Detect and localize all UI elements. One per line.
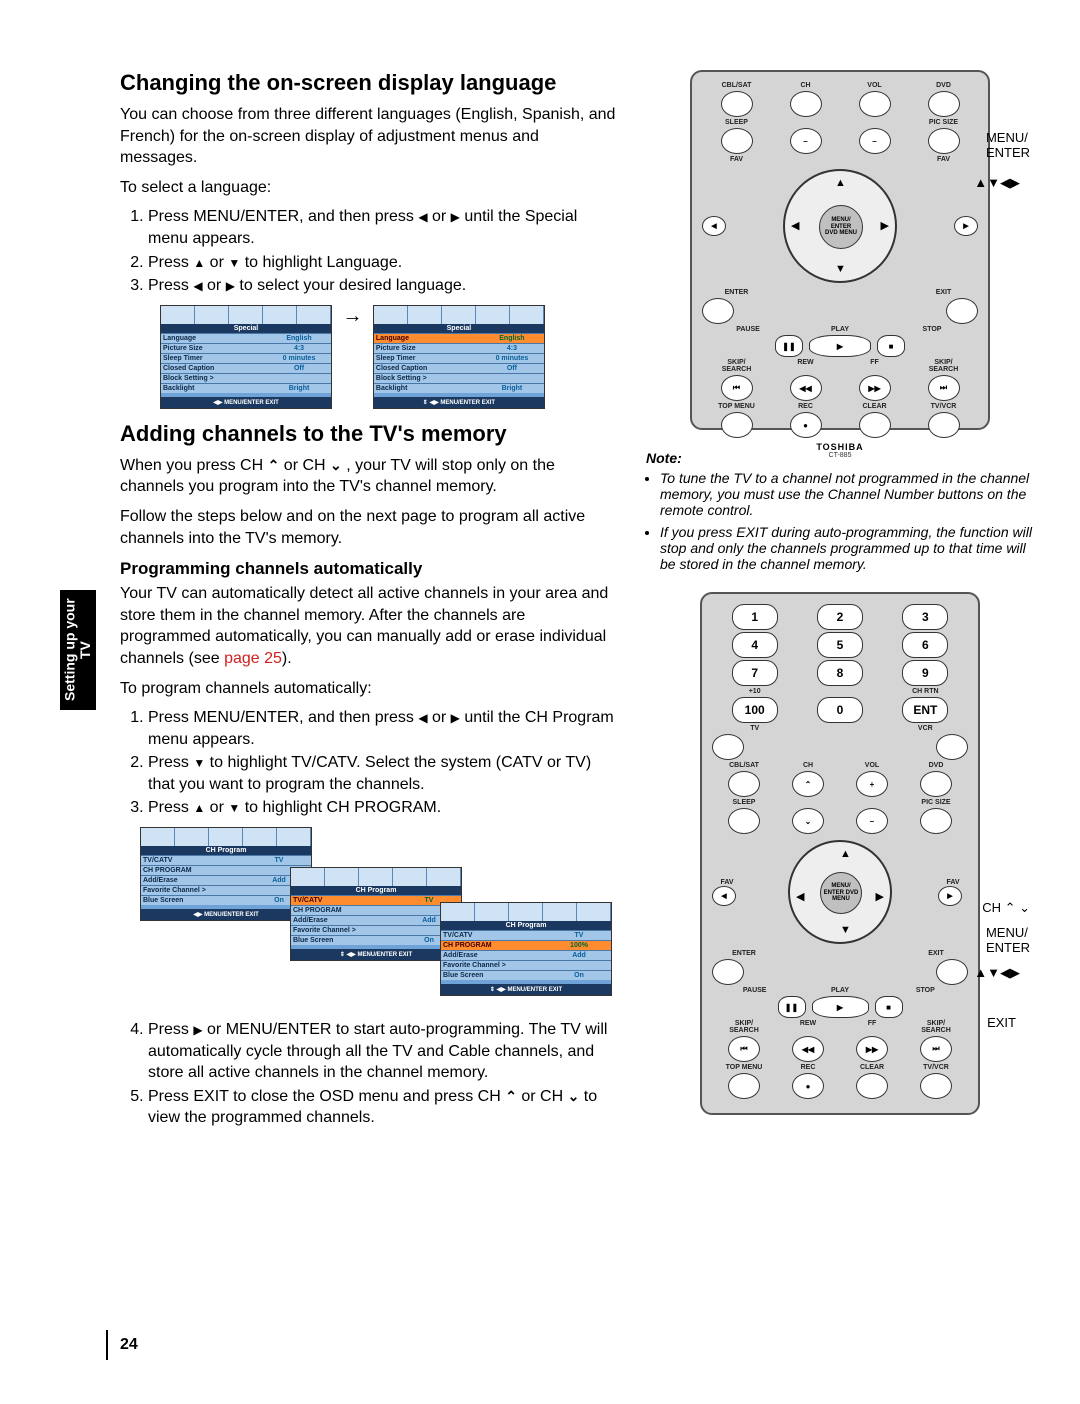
note-item: To tune the TV to a channel not programm… bbox=[660, 470, 1034, 518]
down-arrow-icon bbox=[228, 254, 240, 271]
dpad: ▲▼◀▶ MENU/ ENTER DVD MENU bbox=[783, 169, 897, 283]
menu-enter-button: MENU/ ENTER DVD MENU bbox=[820, 872, 862, 914]
callout-exit: EXIT bbox=[987, 1015, 1016, 1030]
left-arrow-icon bbox=[193, 277, 202, 294]
remote-illustration-top: CBL/SATCHVOLDVD SLEEPPIC SIZE –– FAVFAV … bbox=[690, 70, 990, 430]
subheading-programming: Programming channels automatically bbox=[120, 559, 620, 579]
osd-menu-special-1: Special LanguageEnglish Picture Size4:3 … bbox=[160, 305, 332, 409]
callout-menu-enter: MENU/ ENTER bbox=[986, 130, 1030, 160]
list-item: Press MENU/ENTER, and then press or unti… bbox=[148, 206, 620, 249]
text: To select a language: bbox=[120, 177, 620, 199]
callout-ch: CH ⌃ ⌄ bbox=[982, 900, 1030, 916]
list-item: Press or to select your desired language… bbox=[148, 275, 620, 297]
page-number: 24 bbox=[120, 1336, 138, 1354]
heading-channels: Adding channels to the TV's memory bbox=[120, 421, 620, 447]
remote-model: CT-885 bbox=[702, 452, 978, 459]
page-link[interactable]: page 25 bbox=[224, 650, 282, 667]
note-block: Note: To tune the TV to a channel not pr… bbox=[640, 450, 1040, 572]
ch-down-icon bbox=[568, 1088, 580, 1105]
osd-menu-special-2: Special LanguageEnglish Picture Size4:3 … bbox=[373, 305, 545, 409]
right-arrow-icon bbox=[193, 1021, 202, 1038]
osd-menu-ch-3: CH Program TV/CATVTV CH PROGRAM100% Add/… bbox=[440, 902, 612, 996]
left-arrow-icon bbox=[418, 208, 427, 225]
text: Follow the steps below and on the next p… bbox=[120, 506, 620, 549]
right-arrow-icon: → bbox=[342, 305, 362, 328]
ch-up-icon bbox=[505, 1088, 517, 1105]
list-item: Press MENU/ENTER, and then press or unti… bbox=[148, 707, 620, 750]
list-item: Press to highlight TV/CATV. Select the s… bbox=[148, 752, 620, 795]
callout-arrows: ▲▼◀▶ bbox=[974, 175, 1020, 191]
menu-enter-button: MENU/ ENTER DVD MENU bbox=[819, 205, 863, 249]
right-arrow-icon bbox=[451, 208, 460, 225]
osd-menu-ch-1: CH Program TV/CATVTV CH PROGRAM Add/Eras… bbox=[140, 827, 312, 921]
list-item: Press or to highlight Language. bbox=[148, 252, 620, 274]
list-item: Press EXIT to close the OSD menu and pre… bbox=[148, 1086, 620, 1129]
osd-menu-ch-2: CH Program TV/CATVTV CH PROGRAM Add/Eras… bbox=[290, 867, 462, 961]
text: You can choose from three different lang… bbox=[120, 104, 620, 169]
section-tab: Setting up your TV bbox=[60, 590, 96, 710]
remote-illustration-full: 123 456 789 +10CH RTN 1000ENT TVVCR CBL/… bbox=[700, 592, 980, 1115]
ch-up-icon bbox=[268, 457, 280, 474]
remote-brand: TOSHIBA bbox=[702, 442, 978, 452]
ch-down-icon bbox=[330, 457, 342, 474]
right-arrow-icon bbox=[451, 709, 460, 726]
callout-arrows-2: ▲▼◀▶ bbox=[974, 965, 1020, 981]
osd-ch-cascade: CH Program TV/CATVTV CH PROGRAM Add/Eras… bbox=[140, 827, 620, 1007]
callout-menu-enter-2: MENU/ ENTER bbox=[986, 925, 1030, 955]
main-column: Changing the on-screen display language … bbox=[120, 70, 640, 1137]
heading-language: Changing the on-screen display language bbox=[120, 70, 620, 96]
list-item: Press or MENU/ENTER to start auto-progra… bbox=[148, 1019, 620, 1084]
note-item: If you press EXIT during auto-programmin… bbox=[660, 524, 1034, 572]
text: To program channels automatically: bbox=[120, 678, 620, 700]
list-item: Press or to highlight CH PROGRAM. bbox=[148, 797, 620, 819]
up-arrow-icon bbox=[193, 254, 205, 271]
osd-special-pair: Special LanguageEnglish Picture Size4:3 … bbox=[160, 305, 620, 409]
down-arrow-icon bbox=[228, 799, 240, 816]
left-arrow-icon bbox=[418, 709, 427, 726]
up-arrow-icon bbox=[193, 799, 205, 816]
down-arrow-icon bbox=[193, 754, 205, 771]
text: When you press CH or CH , your TV will s… bbox=[120, 455, 620, 498]
text: Your TV can automatically detect all act… bbox=[120, 583, 620, 669]
right-arrow-icon bbox=[226, 277, 235, 294]
dpad: ▲▼◀▶ MENU/ ENTER DVD MENU bbox=[788, 840, 892, 944]
side-column: CBL/SATCHVOLDVD SLEEPPIC SIZE –– FAVFAV … bbox=[640, 70, 1040, 1137]
